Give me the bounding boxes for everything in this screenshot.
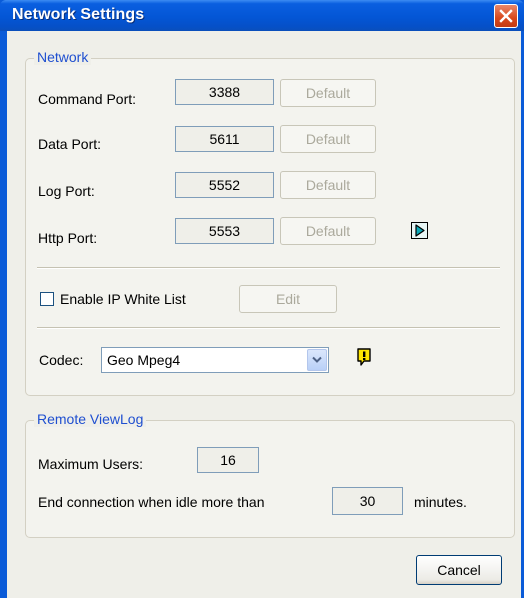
log-port-input[interactable]: 5552 [175,172,274,198]
idle-timeout-input[interactable]: 30 [332,487,403,515]
http-port-input[interactable]: 5553 [175,218,274,244]
window-title: Network Settings [12,6,145,23]
http-port-open-button[interactable] [411,222,428,239]
network-divider-1 [37,267,500,269]
remote-viewlog-group: Remote ViewLog [25,411,515,538]
codec-label: Codec: [39,352,84,368]
close-button[interactable] [494,4,518,28]
play-icon [411,222,428,239]
http-port-default-button[interactable]: Default [280,217,376,245]
command-port-label: Command Port: [38,91,137,107]
remote-viewlog-legend: Remote ViewLog [34,411,147,427]
idle-timeout-unit: minutes. [414,494,467,510]
close-icon [499,9,513,23]
http-port-label: Http Port: [38,230,98,246]
codec-warning-indicator [355,347,373,367]
maximum-users-label: Maximum Users: [38,456,144,472]
network-divider-2 [37,327,500,329]
codec-select[interactable]: Geo Mpeg4 [101,347,329,373]
codec-select-value: Geo Mpeg4 [107,352,181,368]
ip-white-list-edit-button[interactable]: Edit [239,285,337,313]
command-port-default-button[interactable]: Default [280,79,376,107]
network-legend: Network [34,49,92,65]
data-port-default-button[interactable]: Default [280,125,376,153]
maximum-users-input[interactable]: 16 [197,447,259,473]
warning-icon [357,347,371,366]
ip-white-list-checkbox[interactable] [40,292,54,306]
network-settings-window: Network Settings Network Command Port: 3… [0,0,524,598]
codec-dropdown-button[interactable] [307,349,327,371]
log-port-default-button[interactable]: Default [280,171,376,199]
log-port-label: Log Port: [38,183,95,199]
data-port-label: Data Port: [38,136,102,152]
cancel-button[interactable]: Cancel [416,555,502,585]
dialog-client-area: Network Command Port: 3388 Default Data … [7,31,521,598]
data-port-input[interactable]: 5611 [175,126,274,152]
idle-timeout-label: End connection when idle more than [38,494,265,510]
command-port-input[interactable]: 3388 [175,79,274,105]
ip-white-list-label: Enable IP White List [60,291,186,307]
chevron-down-icon [312,356,322,363]
title-bar[interactable]: Network Settings [0,0,524,31]
